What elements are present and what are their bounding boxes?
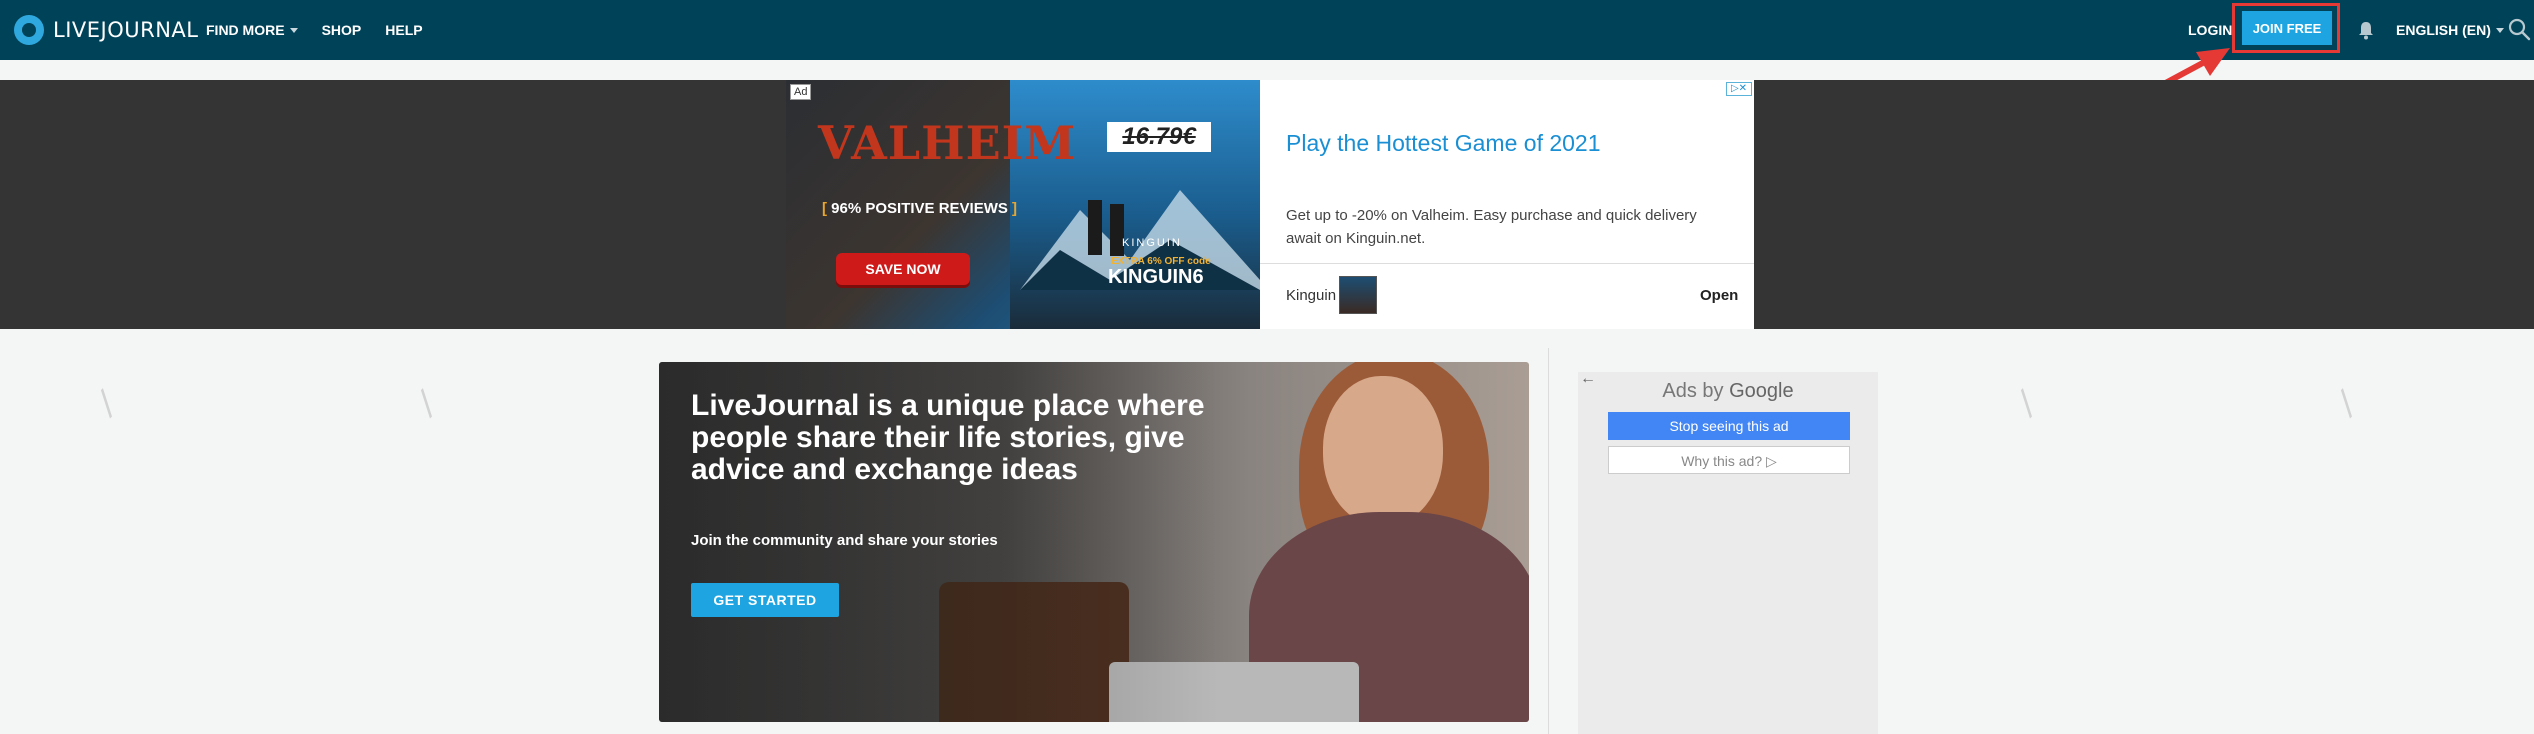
chevron-down-icon: [289, 27, 298, 33]
logo-text: LIVEJOURNAL: [53, 18, 199, 42]
save-now-button[interactable]: SAVE NOW: [836, 253, 970, 285]
nav-help-label: HELP: [385, 22, 423, 38]
ad-choices-icon[interactable]: ▷✕: [1726, 82, 1752, 96]
old-price: 16.79€: [1107, 122, 1211, 152]
get-started-button[interactable]: GET STARTED: [691, 583, 839, 617]
ad-label: Ad: [790, 84, 812, 100]
watermark-mark: ╱: [413, 388, 442, 417]
nav-find-more-label: FIND MORE: [206, 22, 285, 38]
nav-shop[interactable]: SHOP: [322, 22, 362, 38]
language-selector[interactable]: ENGLISH (EN): [2396, 0, 2504, 60]
chevron-down-icon: [2495, 27, 2504, 33]
bell-icon[interactable]: [2355, 19, 2377, 41]
ads-by-text: Ads by: [1662, 380, 1724, 402]
stop-seeing-ad-button[interactable]: Stop seeing this ad: [1608, 412, 1850, 440]
nav-shop-label: SHOP: [321, 22, 362, 38]
watermark-mark: ╱: [2013, 388, 2042, 417]
nav-find-more[interactable]: FIND MORE: [206, 22, 298, 38]
column-divider: [1548, 348, 1549, 734]
top-ad[interactable]: Ad VALHEIM [ 96% POSITIVE REVIEWS ] SAVE…: [786, 80, 1754, 329]
livejournal-logo[interactable]: LIVEJOURNAL: [14, 13, 199, 47]
promo-code: KINGUIN6: [1108, 266, 1204, 288]
reviews-badge: [ 96% POSITIVE REVIEWS ]: [822, 200, 1018, 217]
ad-advertiser-name: Kinguin: [1286, 287, 1337, 304]
hero-subtitle: Join the community and share your storie…: [691, 532, 998, 549]
hero-banner: LiveJournal is a unique place where peop…: [659, 362, 1529, 722]
watermark-mark: ╱: [2333, 388, 2362, 417]
valheim-logo: VALHEIM: [818, 116, 1077, 170]
ad-description: Get up to -20% on Valheim. Easy purchase…: [1286, 207, 1697, 247]
nav-help[interactable]: HELP: [385, 22, 422, 38]
hero-person-face-shape: [1323, 376, 1443, 526]
ad-headline-link[interactable]: Play the Hottest Game of 2021: [1286, 130, 1601, 157]
ad-open-button[interactable]: Open: [1700, 287, 1738, 304]
why-this-ad-button[interactable]: Why this ad? ▷: [1608, 446, 1850, 474]
google-wordmark: Google: [1729, 380, 1794, 402]
ads-by-google-label: Ads by Google: [1578, 380, 1878, 403]
join-free-button[interactable]: JOIN FREE: [2242, 11, 2332, 45]
kinguin-logo: KINGUIN: [1122, 237, 1182, 249]
hero-title: LiveJournal is a unique place where peop…: [691, 389, 1205, 486]
language-label: ENGLISH (EN): [2396, 22, 2491, 38]
ad-banner-image[interactable]: Ad VALHEIM [ 96% POSITIVE REVIEWS ] SAVE…: [786, 80, 1260, 329]
search-icon[interactable]: [2506, 16, 2532, 42]
ad-divider: [1260, 263, 1754, 264]
watermark-mark: ╱: [93, 388, 122, 417]
reviews-text: 96% POSITIVE REVIEWS: [831, 200, 1008, 217]
main-nav: FIND MORE SHOP HELP: [206, 0, 447, 60]
side-ad-panel: ← Ads by Google Stop seeing this ad Why …: [1578, 370, 1878, 734]
livejournal-logo-icon: [14, 15, 44, 45]
ad-advertiser-thumbnail: [1339, 276, 1377, 314]
